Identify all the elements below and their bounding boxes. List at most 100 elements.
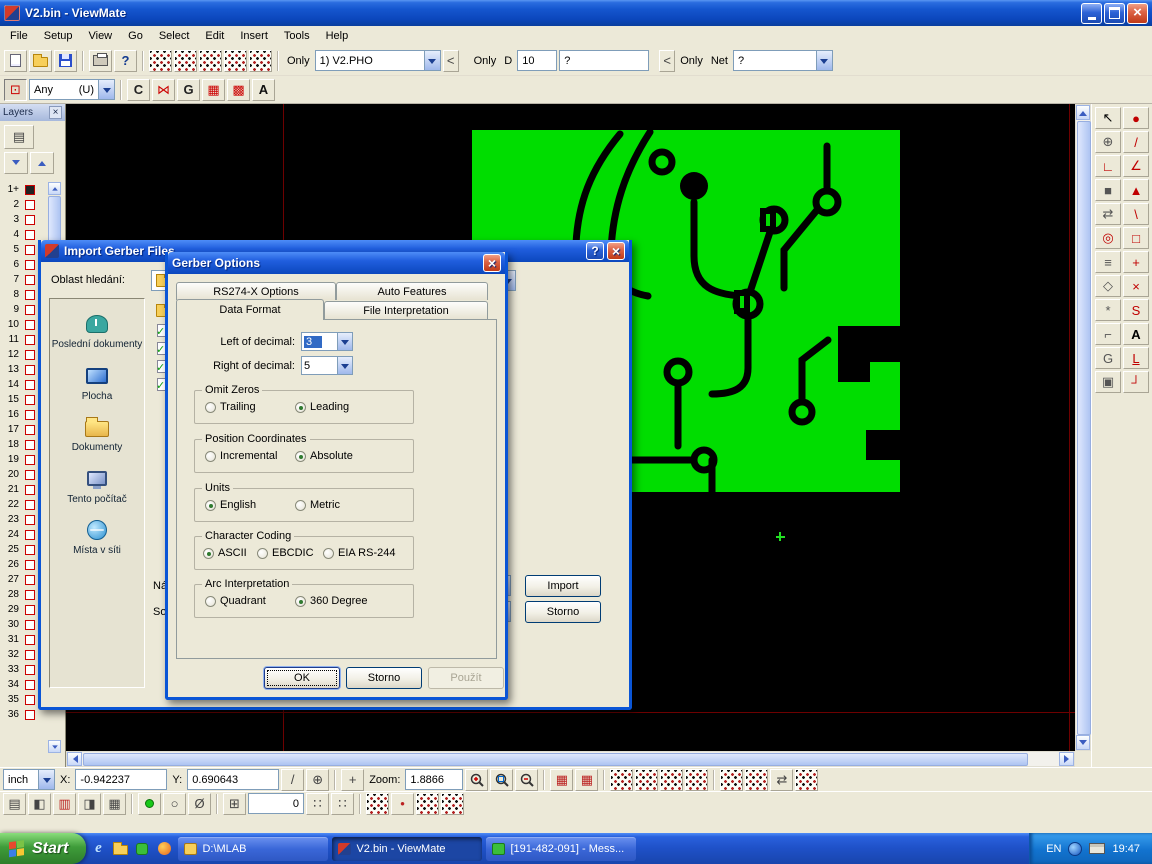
menu-edit[interactable]: Edit: [197, 28, 232, 44]
chevron-down-icon[interactable]: [337, 332, 353, 351]
open-file-icon[interactable]: [29, 50, 52, 72]
layer-visibility-checkbox[interactable]: [25, 335, 35, 345]
aperture-pattern-icon-1[interactable]: [366, 793, 389, 815]
half-left-icon[interactable]: ◧: [28, 793, 51, 815]
chevron-down-icon[interactable]: [38, 769, 55, 790]
place-recent-documents[interactable]: Poslední dokumenty: [50, 312, 144, 351]
elbow-icon[interactable]: ⌐: [1095, 323, 1121, 345]
messenger-quicklaunch-icon[interactable]: [132, 838, 152, 860]
rect-outline-icon[interactable]: □: [1123, 227, 1149, 249]
diamond-icon[interactable]: ◇: [1095, 275, 1121, 297]
layer-visibility-checkbox[interactable]: [25, 695, 35, 705]
display-mode-icon-3[interactable]: [199, 50, 222, 72]
gcode-icon[interactable]: G: [177, 79, 200, 101]
layer-edit-icon[interactable]: ▤: [4, 125, 34, 149]
transform-icon[interactable]: ⇄: [770, 769, 793, 791]
zoom-window-icon[interactable]: [490, 769, 513, 791]
layer-visibility-checkbox[interactable]: [25, 710, 35, 720]
dot-marker-icon[interactable]: •: [391, 793, 414, 815]
canvas-vertical-scrollbar[interactable]: [1075, 104, 1091, 751]
layer-visibility-checkbox[interactable]: [25, 290, 35, 300]
menu-go[interactable]: Go: [120, 28, 151, 44]
pan-origin-icon[interactable]: +: [341, 769, 364, 791]
tab-rs274x-options[interactable]: RS274-X Options: [176, 282, 336, 300]
layer-visibility-checkbox[interactable]: [25, 470, 35, 480]
aperture-pattern-icon-3[interactable]: [441, 793, 464, 815]
panel-icon[interactable]: ▣: [1095, 371, 1121, 393]
g-symbol-icon[interactable]: G: [1095, 347, 1121, 369]
tray-keyboard-icon[interactable]: [1089, 843, 1105, 854]
radio-incremental[interactable]: Incremental: [205, 450, 277, 462]
layer-visibility-checkbox[interactable]: [25, 275, 35, 285]
layer-down-icon[interactable]: [4, 152, 28, 174]
chevron-down-icon[interactable]: [98, 79, 115, 100]
menu-insert[interactable]: Insert: [232, 28, 276, 44]
columns-icon[interactable]: ▦: [103, 793, 126, 815]
taskbar-window-mlab[interactable]: D:\MLAB: [178, 837, 328, 861]
star-burst-icon[interactable]: *: [1095, 299, 1121, 321]
layer-visibility-checkbox[interactable]: [25, 365, 35, 375]
menu-setup[interactable]: Setup: [36, 28, 81, 44]
left-decimal-combo[interactable]: 3: [301, 332, 353, 351]
layer-visibility-checkbox[interactable]: [25, 245, 35, 255]
l-shape-icon[interactable]: L: [1123, 347, 1149, 369]
menu-file[interactable]: File: [2, 28, 36, 44]
layers-scroll-down-icon[interactable]: [48, 740, 61, 753]
tray-network-icon[interactable]: [1068, 842, 1082, 856]
horizontal-scrollbar-thumb[interactable]: [83, 753, 1028, 766]
layers-panel-header[interactable]: Layers: [0, 104, 65, 121]
chevron-down-icon[interactable]: [424, 50, 441, 71]
layer-visibility-checkbox[interactable]: [25, 305, 35, 315]
select-arrow-icon[interactable]: ↖: [1095, 107, 1121, 129]
dot-grid-icon[interactable]: ∷: [306, 793, 329, 815]
ie-quicklaunch-icon[interactable]: e: [88, 838, 108, 860]
layer-visibility-checkbox[interactable]: [25, 515, 35, 525]
backslash-line-icon[interactable]: \: [1123, 203, 1149, 225]
filled-rect-icon[interactable]: ■: [1095, 179, 1121, 201]
start-button[interactable]: Start: [0, 833, 86, 864]
layer-visibility-checkbox[interactable]: [25, 545, 35, 555]
angle-trace-icon[interactable]: ∠: [1123, 155, 1149, 177]
layer-visibility-checkbox[interactable]: [25, 650, 35, 660]
layer-visibility-checkbox[interactable]: [25, 440, 35, 450]
radio-metric[interactable]: Metric: [295, 499, 340, 511]
rows-icon[interactable]: ▥: [53, 793, 76, 815]
layer-visibility-checkbox[interactable]: [25, 380, 35, 390]
prev-layer-button[interactable]: <: [443, 50, 459, 72]
any-filter-combo[interactable]: Any(U): [29, 79, 115, 100]
tab-data-format[interactable]: Data Format: [176, 299, 324, 320]
render-mode-icon-2[interactable]: [635, 769, 658, 791]
layer-visibility-checkbox[interactable]: [25, 530, 35, 540]
layer-visibility-checkbox[interactable]: [25, 605, 35, 615]
net-combo[interactable]: ?: [733, 50, 833, 71]
delete-icon[interactable]: ×: [1123, 275, 1149, 297]
radio-absolute[interactable]: Absolute: [295, 450, 353, 462]
layer-visibility-checkbox[interactable]: [25, 455, 35, 465]
scroll-right-icon[interactable]: [1059, 752, 1074, 766]
tab-file-interpretation[interactable]: File Interpretation: [324, 301, 488, 319]
selection-count-field[interactable]: 0: [248, 793, 304, 814]
new-file-icon[interactable]: [4, 50, 27, 72]
print-icon[interactable]: [89, 50, 112, 72]
layer-row[interactable]: 3: [0, 212, 46, 227]
radio-ebcdic[interactable]: EBCDIC: [257, 547, 314, 559]
tab-auto-features[interactable]: Auto Features: [336, 282, 488, 300]
zoom-out-icon[interactable]: [515, 769, 538, 791]
chevron-down-icon[interactable]: [337, 356, 353, 375]
mirror-icon[interactable]: ⇄: [1095, 203, 1121, 225]
layer-visibility-checkbox[interactable]: [25, 500, 35, 510]
minimize-button[interactable]: [1081, 3, 1102, 24]
layer-visibility-checkbox[interactable]: [25, 260, 35, 270]
only-dcode-toggle[interactable]: Only: [471, 55, 500, 67]
import-button[interactable]: Import: [525, 575, 601, 597]
layer-row[interactable]: 1+: [0, 182, 46, 197]
layer-visibility-checkbox[interactable]: [25, 635, 35, 645]
layer-row[interactable]: 2: [0, 197, 46, 212]
prev-dcode-button[interactable]: <: [659, 50, 675, 72]
ok-button[interactable]: OK: [264, 667, 340, 689]
layer-visibility-checkbox[interactable]: [25, 425, 35, 435]
chevron-down-icon[interactable]: [816, 50, 833, 71]
render-mode-icon-5[interactable]: [720, 769, 743, 791]
flash-compare-icon[interactable]: ⋈: [152, 79, 175, 101]
zoom-in-icon[interactable]: [465, 769, 488, 791]
